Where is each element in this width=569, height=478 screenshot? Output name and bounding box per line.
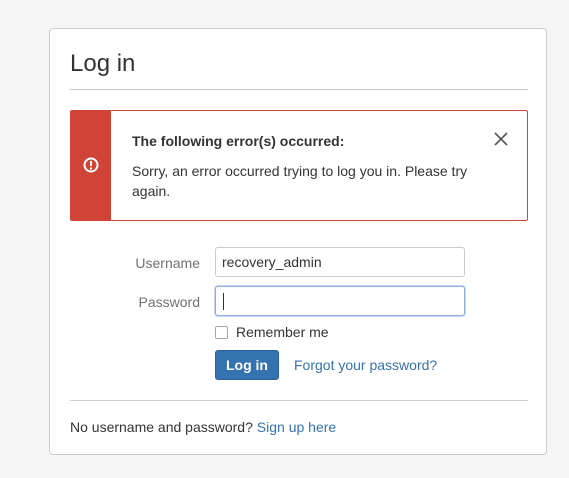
- error-strip: [71, 111, 111, 220]
- remember-me-checkbox[interactable]: [215, 325, 228, 339]
- error-message-box: The following error(s) occurred: Sorry, …: [70, 110, 528, 221]
- footer-divider: [70, 400, 528, 401]
- password-input[interactable]: [215, 286, 465, 316]
- signup-link[interactable]: Sign up here: [257, 419, 336, 435]
- username-label: Username: [135, 255, 200, 271]
- password-label: Password: [138, 294, 200, 310]
- forgot-password-link[interactable]: Forgot your password?: [294, 357, 437, 373]
- login-button[interactable]: Log in: [215, 350, 279, 380]
- close-icon[interactable]: [493, 131, 509, 147]
- username-input[interactable]: [215, 247, 465, 277]
- error-text: Sorry, an error occurred trying to log y…: [132, 163, 468, 199]
- error-heading: The following error(s) occurred:: [132, 133, 345, 149]
- remember-me-row[interactable]: Remember me: [215, 323, 329, 341]
- signup-row: No username and password? Sign up here: [70, 419, 336, 435]
- remember-me-label[interactable]: Remember me: [236, 324, 329, 340]
- login-panel: Log in The following error(s) occurred: …: [49, 28, 547, 455]
- title-divider: [70, 89, 528, 90]
- text-caret: [223, 293, 224, 310]
- error-exclamation-icon: [83, 157, 99, 173]
- page-title: Log in: [70, 50, 136, 77]
- signup-prompt: No username and password?: [70, 419, 257, 435]
